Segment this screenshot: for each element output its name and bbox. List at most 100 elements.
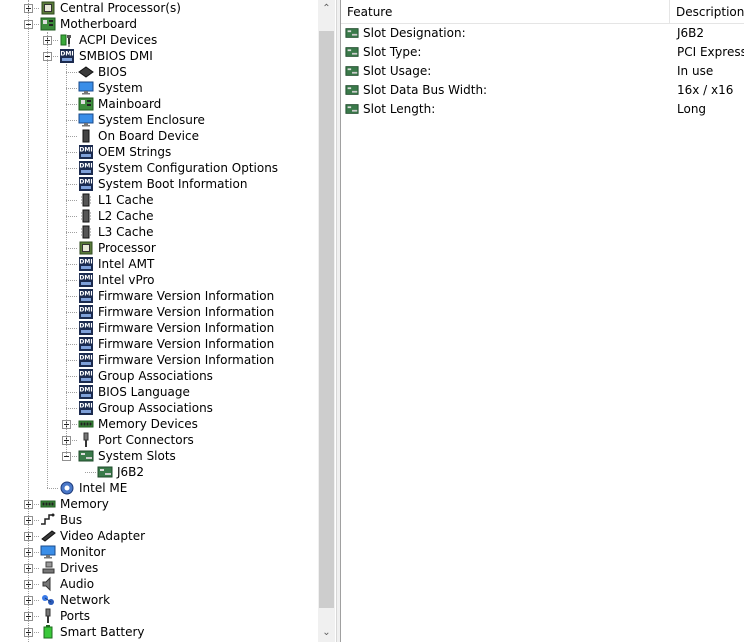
- port-icon: [78, 432, 94, 448]
- tree-item-label: Audio: [60, 577, 95, 591]
- tree-item-label: Smart Battery: [60, 625, 145, 639]
- tree-connector: [66, 232, 77, 233]
- gear-icon: [59, 480, 75, 496]
- tree-scrollbar[interactable]: ⌃ ⌄: [318, 0, 335, 642]
- tree-item[interactable]: Video Adapter: [0, 528, 318, 544]
- dmi-icon: DMI: [78, 336, 94, 352]
- cpu-icon: [40, 0, 56, 16]
- tree-connector: [66, 152, 77, 153]
- tree-item[interactable]: Drives: [0, 560, 318, 576]
- dmi-icon: DMI: [78, 400, 94, 416]
- svg-text:DMI: DMI: [79, 339, 92, 346]
- tree-connector: [66, 136, 77, 137]
- monitor-icon: [78, 112, 94, 128]
- feature-name: Slot Designation:: [363, 26, 466, 40]
- tree-item[interactable]: Bus: [0, 512, 318, 528]
- slot-icon: [345, 102, 359, 116]
- tree-item-label: Intel AMT: [98, 257, 155, 271]
- detail-row[interactable]: Slot Usage: In use: [341, 62, 744, 81]
- tree-connector: [66, 248, 77, 249]
- dmi-icon: DMI: [78, 256, 94, 272]
- device-tree-pane: Central Processor(s) Motherboard ACPI Devi…: [0, 0, 336, 642]
- tree-item-label: Motherboard: [60, 17, 137, 31]
- svg-text:DMI: DMI: [79, 387, 92, 394]
- scroll-up-arrow-icon[interactable]: ⌃: [318, 0, 335, 17]
- tree-item-label: Central Processor(s): [60, 1, 181, 15]
- tree-item-label: System Configuration Options: [98, 161, 279, 175]
- tree-connector: [85, 472, 96, 473]
- feature-value: In use: [677, 64, 714, 78]
- dmi-icon: DMI: [78, 304, 94, 320]
- svg-text:DMI: DMI: [79, 259, 92, 266]
- tree-item[interactable]: Audio: [0, 576, 318, 592]
- tree-item-label: L2 Cache: [98, 209, 154, 223]
- svg-text:DMI: DMI: [79, 275, 92, 282]
- feature-name: Slot Length:: [363, 102, 436, 116]
- cache-chip-icon: [78, 208, 94, 224]
- svg-text:DMI: DMI: [79, 307, 92, 314]
- feature-name: Slot Data Bus Width:: [363, 83, 488, 97]
- dmi-icon: DMI: [78, 384, 94, 400]
- scroll-down-arrow-icon[interactable]: ⌄: [318, 624, 335, 641]
- monitor-icon: [78, 80, 94, 96]
- tree-item[interactable]: Monitor: [0, 544, 318, 560]
- tree-item-label: Ports: [60, 609, 91, 623]
- tree-item-label: Intel ME: [79, 481, 128, 495]
- svg-text:DMI: DMI: [79, 179, 92, 186]
- tree-item-label: System Boot Information: [98, 177, 248, 191]
- dmi-icon: DMI: [78, 176, 94, 192]
- tree-item-label: Group Associations: [98, 369, 213, 383]
- tree-item-label: OEM Strings: [98, 145, 172, 159]
- tree-item[interactable]: Network: [0, 592, 318, 608]
- memory-icon: [78, 416, 94, 432]
- svg-text:DMI: DMI: [79, 355, 92, 362]
- tree-connector: [66, 88, 77, 89]
- battery-icon: [40, 624, 56, 640]
- column-header-description[interactable]: Description: [670, 0, 744, 24]
- tree-item-label: BIOS: [98, 65, 127, 79]
- tree-item[interactable]: Central Processor(s): [0, 0, 318, 16]
- video-card-icon: [40, 528, 56, 544]
- detail-row[interactable]: Slot Data Bus Width: 16x / x16: [341, 81, 744, 100]
- tree-connector: [66, 280, 77, 281]
- tree-item[interactable]: Smart Battery: [0, 624, 318, 640]
- tree-item-label: Firmware Version Information: [98, 337, 275, 351]
- slot-icon: [97, 464, 113, 480]
- tree-item-label: System Slots: [98, 449, 176, 463]
- slot-icon: [345, 83, 359, 97]
- drive-icon: [40, 560, 56, 576]
- dmi-icon: DMI: [78, 288, 94, 304]
- tree-item-label: Firmware Version Information: [98, 353, 275, 367]
- monitor-icon: [40, 544, 56, 560]
- dmi-icon: DMI: [78, 272, 94, 288]
- column-header-feature[interactable]: Feature: [341, 0, 670, 24]
- tree-item[interactable]: Ports: [0, 608, 318, 624]
- tree-item[interactable]: Motherboard: [0, 16, 318, 32]
- feature-value: Long: [677, 102, 707, 116]
- detail-row[interactable]: Slot Type: PCI Express: [341, 43, 744, 62]
- tree-item-label: J6B2: [117, 465, 145, 479]
- detail-row[interactable]: Slot Length: Long: [341, 100, 744, 119]
- cache-chip-icon: [78, 192, 94, 208]
- tree-item-label: Intel vPro: [98, 273, 155, 287]
- slot-icon: [345, 64, 359, 78]
- dmi-icon: DMI: [78, 160, 94, 176]
- tree-item[interactable]: Memory: [0, 496, 318, 512]
- tree-connector: [66, 360, 77, 361]
- scroll-thumb[interactable]: [319, 31, 334, 608]
- tree-item-label: On Board Device: [98, 129, 199, 143]
- tree-connector: [66, 328, 77, 329]
- cpu-icon: [78, 240, 94, 256]
- tree-item-label: Firmware Version Information: [98, 321, 275, 335]
- motherboard-icon: [78, 96, 94, 112]
- dmi-icon: DMI: [78, 144, 94, 160]
- detail-row[interactable]: Slot Designation: J6B2: [341, 24, 744, 43]
- bus-icon: [40, 512, 56, 528]
- tree-item-label: Firmware Version Information: [98, 289, 275, 303]
- network-icon: [40, 592, 56, 608]
- device-chip-icon: [78, 128, 94, 144]
- tree-item-label: Monitor: [60, 545, 106, 559]
- tree-connector: [66, 312, 77, 313]
- tree-connector: [66, 264, 77, 265]
- tree-item-label: System Enclosure: [98, 113, 205, 127]
